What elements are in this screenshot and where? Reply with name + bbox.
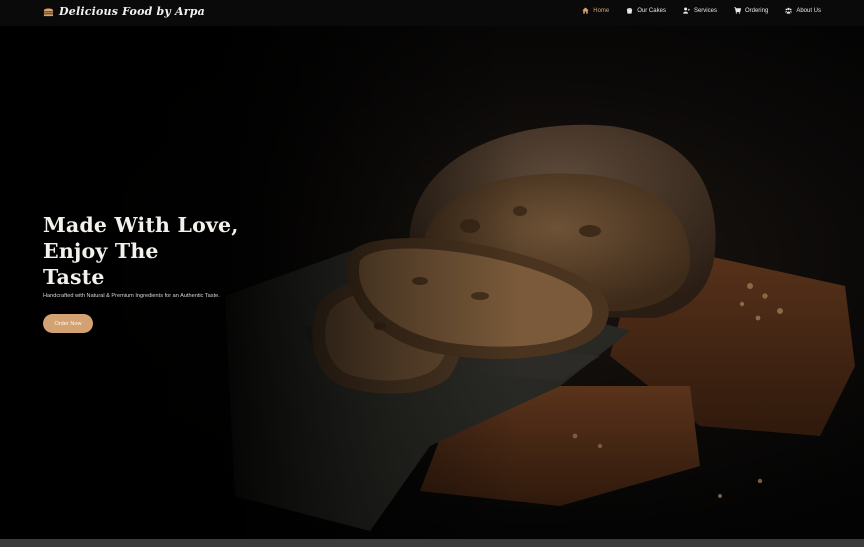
- brand-logo[interactable]: Delicious Food by Arpa: [43, 5, 205, 18]
- nav-label-our-cakes: Our Cakes: [637, 7, 666, 14]
- nav-label-ordering: Ordering: [744, 7, 769, 14]
- order-now-button[interactable]: Order Now: [43, 314, 93, 333]
- scroll-strip: [0, 539, 864, 547]
- users-icon: [683, 7, 690, 14]
- cake-icon: [627, 8, 633, 14]
- nav-item-home[interactable]: Home: [582, 7, 609, 14]
- nav-label-services: Services: [693, 7, 717, 14]
- hero-title-line-2: Enjoy The: [43, 239, 159, 263]
- nav-item-services[interactable]: Services: [683, 7, 717, 14]
- nav-label-about-us: About Us: [796, 7, 821, 14]
- nav-item-ordering[interactable]: Ordering: [734, 7, 768, 14]
- hero-section: Made With Love, Enjoy The Taste Handcraf…: [0, 26, 864, 539]
- hero-title-line-3: Taste: [43, 265, 105, 289]
- nav-item-our-cakes[interactable]: Our Cakes: [626, 7, 666, 14]
- main-nav: Home Our Cakes Services Ordering About U…: [582, 7, 821, 14]
- top-navbar: Delicious Food by Arpa Home Our Cakes Se…: [0, 0, 864, 26]
- nav-item-about-us[interactable]: About Us: [785, 7, 821, 14]
- cart-icon: [734, 7, 741, 14]
- hero-title-line-1: Made With Love,: [43, 213, 239, 237]
- group-icon: [785, 7, 793, 14]
- home-icon: [582, 7, 589, 14]
- brand-name: Delicious Food by Arpa: [59, 5, 205, 18]
- hero-subtitle: Handcrafted with Natural & Premium Ingre…: [43, 293, 220, 299]
- nav-label-home: Home: [593, 7, 610, 14]
- hero-title: Made With Love, Enjoy The Taste: [43, 212, 303, 290]
- bread-icon: [43, 8, 54, 17]
